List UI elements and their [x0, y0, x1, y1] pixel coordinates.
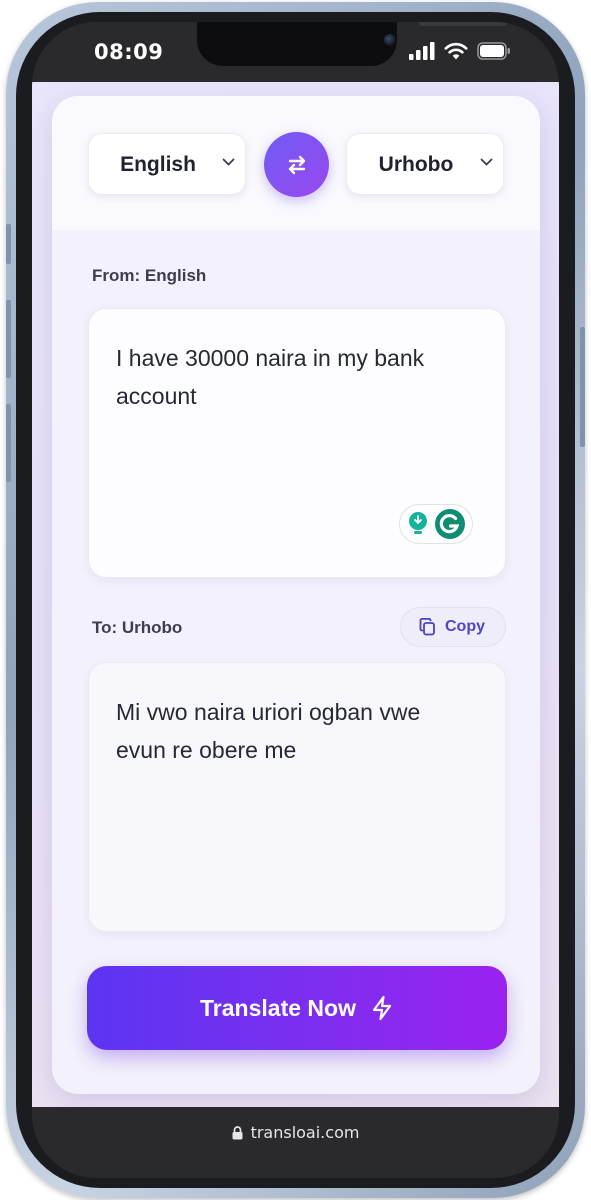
cellular-signal-icon	[409, 42, 435, 60]
copy-button[interactable]: Copy	[400, 607, 506, 647]
mute-switch	[6, 224, 11, 264]
web-page: English Urhobo From: English I have 3000…	[32, 82, 559, 1107]
front-camera	[384, 34, 396, 46]
copy-label: Copy	[445, 618, 485, 635]
lock-icon	[232, 1125, 243, 1139]
status-bar: 08:09	[32, 22, 559, 82]
notch	[197, 22, 507, 66]
browser-address-bar[interactable]: transloai.com	[32, 1107, 559, 1178]
chevron-down-icon	[222, 158, 235, 166]
url-display[interactable]: transloai.com	[32, 1123, 559, 1142]
chevron-down-icon	[480, 158, 493, 166]
target-label: To: Urhobo	[92, 618, 183, 637]
wifi-icon	[444, 42, 468, 60]
url-text: transloai.com	[250, 1123, 360, 1142]
target-language-select[interactable]: Urhobo	[346, 133, 504, 195]
lightbulb-icon	[409, 512, 427, 534]
grammarly-widget[interactable]	[399, 504, 473, 544]
volume-up-button	[6, 300, 11, 378]
copy-icon	[419, 618, 435, 636]
source-text-input[interactable]: I have 30000 naira in my bank account	[88, 308, 506, 578]
swap-languages-button[interactable]	[264, 132, 329, 197]
lightning-icon	[372, 995, 392, 1021]
translate-now-button[interactable]: Translate Now	[87, 966, 507, 1050]
speaker-grille	[419, 22, 507, 26]
translator-card: English Urhobo From: English I have 3000…	[52, 96, 540, 1094]
source-label: From: English	[92, 266, 207, 285]
volume-down-button	[6, 404, 11, 482]
battery-icon	[477, 42, 510, 60]
grammarly-icon	[435, 509, 465, 539]
swap-arrows-icon	[288, 155, 305, 174]
translation-output: Mi vwo naira uriori ogban vwe evun re ob…	[88, 662, 506, 932]
phone-screen: 08:09 English Urhobo From: English I hav…	[32, 22, 559, 1178]
source-language-value: English	[120, 153, 196, 176]
translate-label: Translate Now	[200, 994, 356, 1021]
status-icons	[409, 41, 511, 61]
translated-text: Mi vwo naira uriori ogban vwe evun re ob…	[116, 699, 421, 763]
power-button	[580, 327, 585, 447]
source-text: I have 30000 naira in my bank account	[116, 345, 425, 409]
target-language-value: Urhobo	[378, 153, 454, 176]
status-time: 08:09	[94, 40, 164, 64]
source-language-select[interactable]: English	[88, 133, 246, 195]
